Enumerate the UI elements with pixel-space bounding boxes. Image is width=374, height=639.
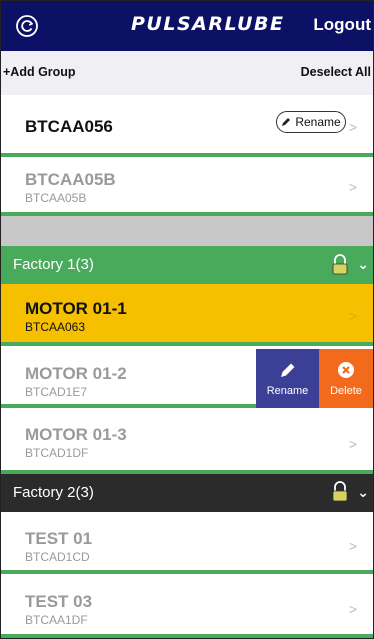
list-spacer [1, 216, 373, 246]
group-toolbar: +Add Group Deselect All [1, 51, 373, 96]
rename-label: Rename [295, 115, 341, 129]
chevron-down-icon[interactable]: ⌄ [357, 256, 369, 273]
device-row[interactable]: MOTOR 01-3 BTCAD1DF > [1, 408, 373, 474]
chevron-right-icon: > [348, 308, 357, 324]
group-header-factory-2[interactable]: Factory 2(3) ⌄ [1, 474, 373, 512]
rename-button[interactable]: Rename [276, 111, 346, 133]
device-name: MOTOR 01-1 [25, 299, 127, 318]
device-name: BTCAA05B [25, 170, 116, 189]
swipe-delete-button[interactable]: Delete [319, 349, 373, 408]
device-id: BTCAD1E7 [25, 385, 88, 399]
device-name: MOTOR 01-3 [25, 425, 127, 444]
chevron-right-icon: > [348, 436, 357, 452]
device-id: BTCAA1DF [25, 613, 88, 627]
app-screen: PULSARLUBE Logout +Add Group Deselect Al… [0, 0, 374, 639]
swipe-rename-label: Rename [266, 384, 309, 397]
chevron-right-icon: > [348, 119, 357, 135]
lock-icon[interactable] [331, 481, 349, 503]
group-header-factory-1[interactable]: Factory 1(3) ⌄ [1, 246, 373, 284]
close-circle-icon [338, 361, 354, 378]
deselect-all-button[interactable]: Deselect All [301, 65, 371, 79]
device-id: BTCAA05B [25, 191, 87, 205]
logout-button[interactable]: Logout [313, 15, 371, 35]
device-name: TEST 01 [25, 529, 93, 548]
device-row[interactable]: TEST 03 BTCAA1DF > [1, 574, 373, 638]
pencil-icon [282, 118, 291, 126]
device-name: TEST 03 [25, 592, 93, 611]
device-id: BTCAD1CD [25, 550, 90, 564]
brand-logo: PULSARLUBE [131, 13, 285, 35]
device-row[interactable]: BTCAA05B BTCAA05B > [1, 157, 373, 216]
chevron-right-icon: > [348, 601, 357, 617]
device-name: MOTOR 01-2 [25, 364, 127, 383]
device-name: BTCAA056 [25, 117, 113, 136]
group-title: Factory 1(3) [13, 256, 94, 273]
device-row-selected[interactable]: MOTOR 01-1 BTCAA063 > [1, 284, 373, 346]
chevron-right-icon: > [348, 538, 357, 554]
refresh-icon[interactable] [15, 14, 39, 38]
swipe-delete-label: Delete [330, 384, 362, 397]
chevron-down-icon[interactable]: ⌄ [357, 484, 369, 501]
add-group-button[interactable]: +Add Group [3, 65, 76, 79]
pencil-icon [280, 363, 294, 377]
device-id: BTCAD1DF [25, 446, 89, 460]
app-header: PULSARLUBE Logout [1, 1, 373, 51]
chevron-right-icon: > [348, 179, 357, 195]
device-row[interactable]: TEST 01 BTCAD1CD > [1, 512, 373, 574]
swipe-rename-button[interactable]: Rename [256, 349, 319, 408]
lock-icon[interactable] [331, 254, 349, 276]
device-id: BTCAA063 [25, 320, 86, 334]
group-title: Factory 2(3) [13, 484, 94, 501]
